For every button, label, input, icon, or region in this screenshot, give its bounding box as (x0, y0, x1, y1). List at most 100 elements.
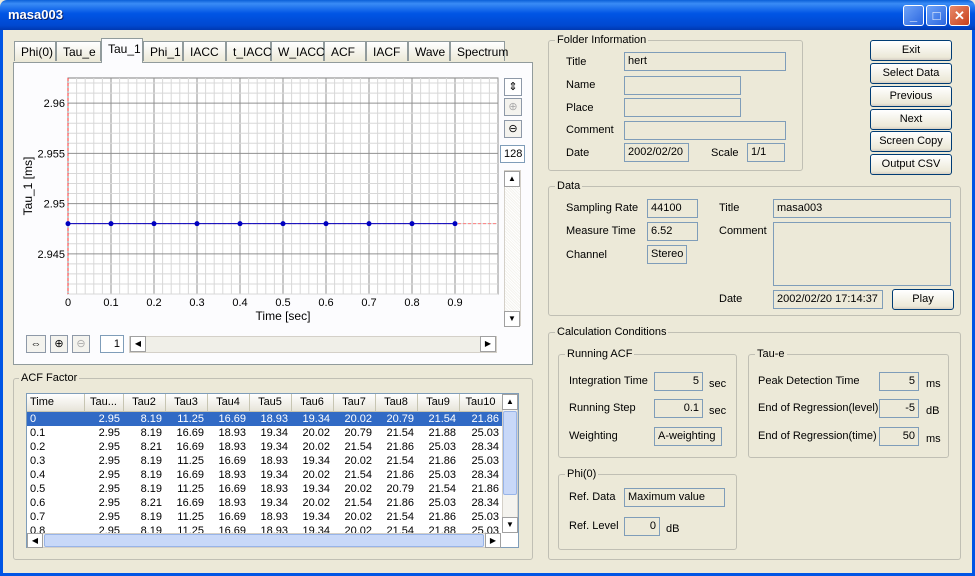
acf-horizontal-thumb[interactable] (44, 534, 484, 547)
tab-phi-1[interactable]: Phi_1 (143, 41, 183, 61)
tau-e-legend: Tau-e (755, 348, 787, 360)
column-header[interactable]: Tau2 (123, 394, 166, 412)
table-cell: 16.69 (176, 440, 204, 453)
output-csv-button[interactable]: Output CSV (870, 154, 952, 175)
running-step-field[interactable]: 0.1 (654, 399, 703, 418)
table-cell: 28.34 (471, 468, 499, 481)
sampling-rate-field[interactable]: 44100 (647, 199, 698, 218)
column-header[interactable]: Tau3 (165, 394, 208, 412)
ref-level-field[interactable]: 0 (624, 517, 660, 536)
data-title-label: Title (719, 202, 740, 214)
table-cell: 20.02 (302, 468, 330, 481)
acf-scroll-left-icon[interactable]: ◀ (27, 533, 43, 548)
tab-w-iacc[interactable]: W_IACC (271, 41, 325, 61)
tab-tau-1[interactable]: Tau_1 (101, 38, 143, 63)
page-field[interactable]: 1 (100, 335, 124, 353)
vertical-scrollbar[interactable] (504, 170, 521, 326)
table-row[interactable]: 0.4 2.95 8.19 16.69 18.93 19.34 20.02 21.54 21.8… (27, 468, 502, 482)
scroll-right-icon[interactable]: ▶ (480, 336, 496, 352)
x-tick-label: 0.5 (275, 297, 290, 309)
window-title: masa003 (8, 7, 63, 22)
data-comment-field[interactable] (773, 222, 951, 286)
scroll-left-icon[interactable]: ◀ (130, 336, 146, 352)
points-field[interactable]: 128 (500, 145, 525, 163)
h-zoom-out-icon[interactable]: ⊖ (72, 335, 90, 353)
measure-time-field[interactable]: 6.52 (647, 222, 698, 241)
tab-t-iacc[interactable]: t_IACC (226, 41, 272, 61)
acf-vertical-thumb[interactable] (503, 411, 517, 495)
table-row[interactable]: 0.1 2.95 8.19 16.69 18.93 19.34 20.02 20.79 21.5… (27, 426, 502, 440)
horizontal-scrollbar[interactable] (129, 336, 497, 353)
h-zoom-in-icon[interactable]: ⊕ (50, 335, 68, 353)
fit-horizontal-icon[interactable]: ⇔ (26, 335, 46, 353)
fit-vertical-icon[interactable]: ⇕ (504, 78, 522, 96)
acf-scroll-right-icon[interactable]: ▶ (485, 533, 501, 548)
select-data-button[interactable]: Select Data (870, 63, 952, 84)
ref-data-field[interactable]: Maximum value (624, 488, 725, 507)
next-button[interactable]: Next (870, 109, 952, 130)
table-row[interactable]: 0 2.95 8.19 11.25 16.69 18.93 19.34 20.02 20.79 2… (27, 411, 502, 426)
integration-time-field[interactable]: 5 (654, 372, 703, 391)
tab-phi-0-[interactable]: Phi(0) (14, 41, 56, 61)
folder-comment-field[interactable] (624, 121, 786, 140)
previous-button[interactable]: Previous (870, 86, 952, 107)
title-bar[interactable] (0, 0, 975, 30)
tab-tau-e[interactable]: Tau_e (56, 41, 101, 61)
zoom-out-icon[interactable]: ⊖ (504, 120, 522, 138)
column-header[interactable]: Tau... (84, 394, 124, 412)
folder-name-field[interactable] (624, 76, 741, 95)
folder-title-field[interactable]: hert (624, 52, 786, 71)
table-row[interactable]: 0.5 2.95 8.19 11.25 16.69 18.93 19.34 20.02 20.7… (27, 482, 502, 496)
table-cell: 19.34 (291, 411, 333, 426)
table-row[interactable]: 0.3 2.95 8.19 11.25 16.69 18.93 19.34 20.02 21.5… (27, 454, 502, 468)
ref-level-unit: dB (666, 523, 680, 535)
column-header[interactable]: Tau8 (375, 394, 418, 412)
column-header[interactable]: Tau6 (291, 394, 334, 412)
channel-field[interactable]: Stereo (647, 245, 687, 264)
tab-wave[interactable]: Wave (408, 41, 450, 61)
x-tick-label: 0 (65, 297, 71, 309)
eor-time-field[interactable]: 50 (879, 427, 919, 446)
scroll-down-icon[interactable]: ▼ (504, 311, 520, 327)
table-cell: 0.1 (30, 426, 46, 439)
acf-scroll-down-icon[interactable]: ▼ (502, 517, 518, 533)
zoom-in-icon[interactable]: ⊕ (504, 98, 522, 116)
table-cell: 20.79 (344, 426, 372, 439)
tab-iacc[interactable]: IACC (183, 41, 226, 61)
eor-level-field[interactable]: -5 (879, 399, 919, 418)
table-cell: 20.02 (344, 482, 372, 495)
data-date-label: Date (719, 293, 743, 305)
screen-copy-button[interactable]: Screen Copy (870, 131, 952, 152)
exit-button[interactable]: Exit (870, 40, 952, 61)
column-header[interactable]: Tau5 (249, 394, 292, 412)
acf-factor-table[interactable]: Time Tau... Tau2 Tau3 Tau4 Tau5 Tau6 Tau7 Tau8 Ta… (26, 393, 519, 548)
weighting-field[interactable]: A-weighting (654, 427, 722, 446)
column-header[interactable]: Time (27, 394, 85, 412)
play-button[interactable]: Play (892, 289, 954, 310)
data-date-field[interactable]: 2002/02/20 17:14:37 (773, 290, 883, 309)
close-button[interactable]: ✕ (949, 5, 970, 26)
acf-scroll-up-icon[interactable]: ▲ (502, 394, 518, 410)
folder-scale-field[interactable]: 1/1 (747, 143, 785, 162)
x-tick-label: 0.2 (146, 297, 161, 309)
tab-spectrum[interactable]: Spectrum (450, 41, 508, 61)
column-header[interactable]: Tau10 (459, 394, 503, 412)
table-row[interactable]: 0.2 2.95 8.21 16.69 18.93 19.34 20.02 21.54 21.8… (27, 440, 502, 454)
table-cell: 11.25 (177, 454, 204, 467)
folder-date-field[interactable]: 2002/02/20 (624, 143, 689, 162)
table-row[interactable]: 0.7 2.95 8.19 11.25 16.69 18.93 19.34 20.02 21.5… (27, 510, 502, 524)
scroll-up-icon[interactable]: ▲ (504, 171, 520, 187)
folder-place-field[interactable] (624, 98, 741, 117)
data-title-field[interactable]: masa003 (773, 199, 951, 218)
tab-iacf[interactable]: IACF (366, 41, 408, 61)
tab-acf[interactable]: ACF (324, 41, 366, 61)
table-cell: 21.54 (344, 496, 372, 509)
channel-label: Channel (566, 249, 607, 261)
peak-detection-field[interactable]: 5 (879, 372, 919, 391)
minimize-button[interactable]: _ (903, 5, 924, 26)
column-header[interactable]: Tau7 (333, 394, 376, 412)
column-header[interactable]: Tau4 (207, 394, 250, 412)
table-row[interactable]: 0.6 2.95 8.21 16.69 18.93 19.34 20.02 21.54 21.8… (27, 496, 502, 510)
maximize-button[interactable]: □ (926, 5, 947, 26)
column-header[interactable]: Tau9 (417, 394, 460, 412)
